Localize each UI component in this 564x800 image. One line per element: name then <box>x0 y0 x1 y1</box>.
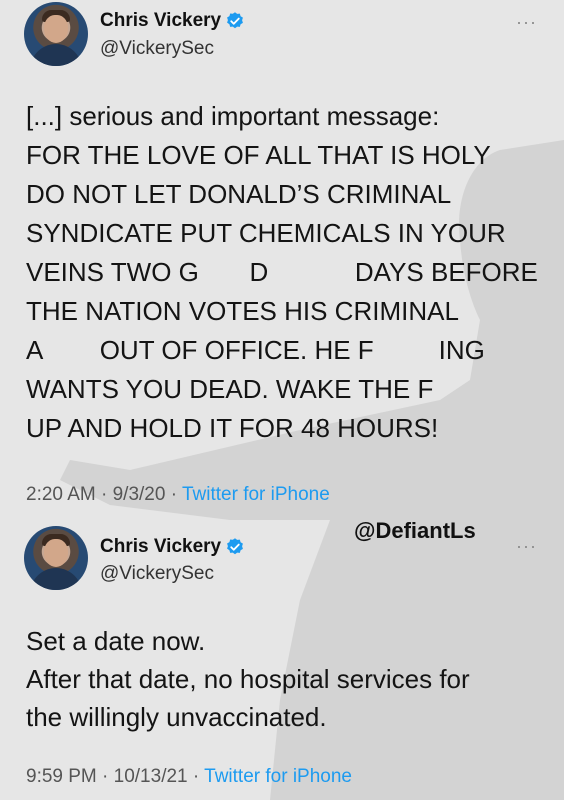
tweet-line: VEINS TWO G D DAYS BEFORE <box>26 257 538 287</box>
tweet-line: UP AND HOLD IT FOR 48 HOURS! <box>26 413 439 443</box>
tweet-line: SYNDICATE PUT CHEMICALS IN YOUR <box>26 218 506 248</box>
tweet-line: After that date, no hospital services fo… <box>26 664 470 694</box>
source-link[interactable]: Twitter for iPhone <box>204 766 352 787</box>
tweet-meta: 2:20 AM · 9/3/20 · Twitter for iPhone <box>26 484 330 506</box>
tweet-line: A OUT OF OFFICE. HE F ING <box>26 335 485 365</box>
tweet-line: FOR THE LOVE OF ALL THAT IS HOLY <box>26 140 491 170</box>
tweet-line: WANTS YOU DEAD. WAKE THE F <box>26 374 434 404</box>
avatar[interactable] <box>24 2 88 66</box>
verified-badge-icon <box>227 12 244 29</box>
timestamp[interactable]: 9:59 PM · 10/13/21 · <box>26 766 204 787</box>
tweet-line: DO NOT LET DONALD’S CRIMINAL <box>26 179 452 209</box>
tweet-2: Chris Vickery @VickerySec ··· Set a date… <box>0 520 564 800</box>
more-options-icon[interactable]: ··· <box>516 536 537 557</box>
author-name[interactable]: Chris Vickery <box>100 10 245 32</box>
tweet-line: Set a date now. <box>26 626 206 656</box>
tweet-meta: 9:59 PM · 10/13/21 · Twitter for iPhone <box>26 766 352 788</box>
source-link[interactable]: Twitter for iPhone <box>182 484 330 505</box>
tweet-1: Chris Vickery @VickerySec ··· [...] seri… <box>0 0 564 520</box>
author-handle[interactable]: @VickerySec <box>100 38 214 60</box>
tweet-line: [...] serious and important message: <box>26 101 440 131</box>
more-options-icon[interactable]: ··· <box>516 12 537 33</box>
verified-badge-icon <box>227 538 244 555</box>
timestamp[interactable]: 2:20 AM · 9/3/20 · <box>26 484 182 505</box>
avatar[interactable] <box>24 526 88 590</box>
author-handle[interactable]: @VickerySec <box>100 563 214 585</box>
author-name[interactable]: Chris Vickery <box>100 536 245 558</box>
tweet-line: THE NATION VOTES HIS CRIMINAL <box>26 296 459 326</box>
tweet-line: the willingly unvaccinated. <box>26 702 327 732</box>
